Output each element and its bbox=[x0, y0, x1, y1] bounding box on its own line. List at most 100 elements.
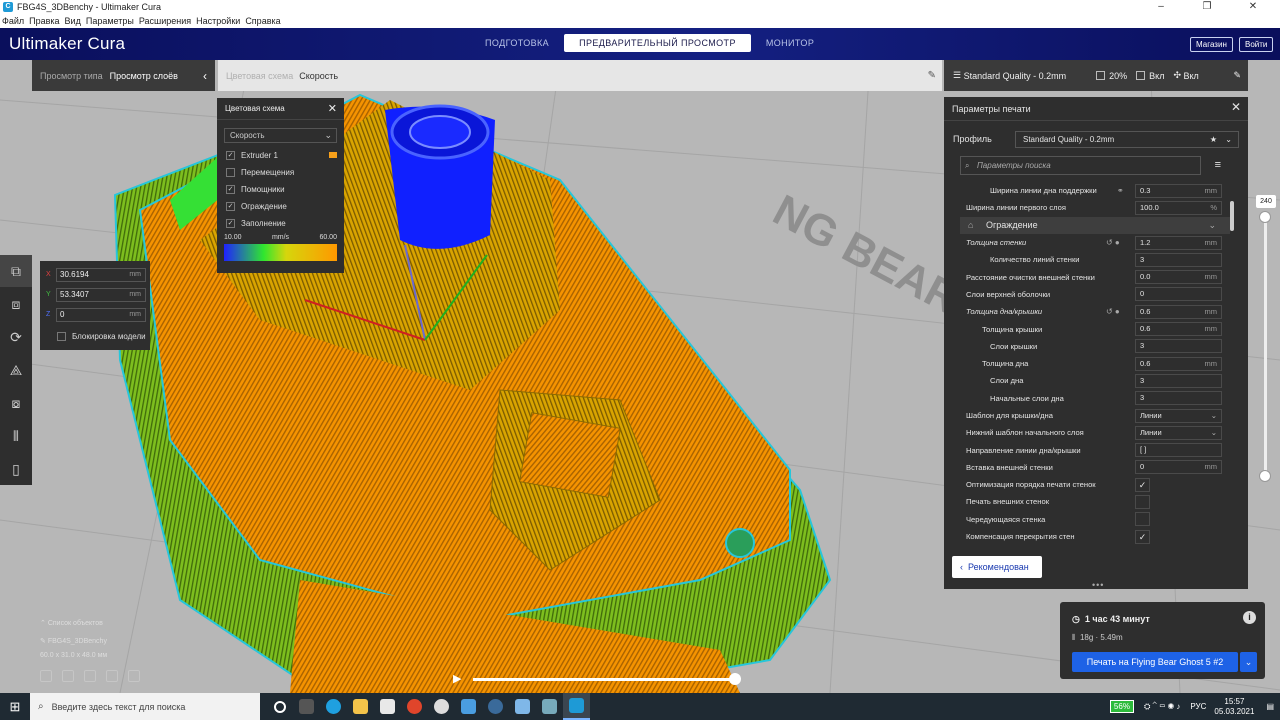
setting-input[interactable]: 0.6 mm bbox=[1135, 356, 1222, 371]
setting-input[interactable]: 100.0% bbox=[1135, 200, 1222, 215]
checkbox[interactable]: ✓ bbox=[226, 185, 235, 194]
menu-extensions[interactable]: Расширения bbox=[139, 16, 191, 26]
menu-settings[interactable]: Параметры bbox=[86, 16, 134, 26]
maximize-button[interactable]: ❐ bbox=[1184, 0, 1230, 14]
setting-input[interactable]: 0 bbox=[1135, 287, 1222, 302]
minimize-button[interactable]: – bbox=[1138, 0, 1184, 14]
legend-item-infill[interactable]: ✓ Заполнение bbox=[217, 215, 344, 232]
windows-start-icon[interactable]: ⊞ bbox=[0, 693, 30, 720]
checkbox[interactable]: ✓ bbox=[226, 219, 235, 228]
settings-search-input[interactable]: ⌕ Параметры поиска bbox=[960, 156, 1201, 175]
legend-item-extruder[interactable]: ✓ Extruder 1 bbox=[217, 147, 344, 164]
steam-icon[interactable] bbox=[482, 693, 509, 720]
layer-slider-track[interactable] bbox=[1264, 215, 1267, 477]
print-button[interactable]: Печать на Flying Bear Ghost 5 #2 bbox=[1072, 652, 1238, 672]
setting-dropdown[interactable]: Линии ⌄ bbox=[1135, 408, 1222, 423]
setting-input[interactable]: 0.6 mm bbox=[1135, 304, 1222, 319]
telegram-icon[interactable] bbox=[509, 693, 536, 720]
reset-icon[interactable]: ↺ ● bbox=[1106, 238, 1120, 247]
info-icon[interactable]: i bbox=[1243, 611, 1256, 624]
y-coordinate-input[interactable]: 53.3407 mm bbox=[56, 287, 146, 302]
mirror-tool-icon[interactable]: ⟁ bbox=[0, 354, 32, 386]
layer-slider-upper-handle[interactable] bbox=[1259, 211, 1271, 223]
layer-number[interactable]: 240 bbox=[1256, 195, 1276, 208]
legend-item-helpers[interactable]: ✓ Помощники bbox=[217, 181, 344, 198]
x-coordinate-input[interactable]: 30.6194 mm bbox=[56, 267, 146, 282]
path-slider-handle[interactable] bbox=[729, 673, 741, 685]
z-coordinate-input[interactable]: 0 mm bbox=[56, 307, 146, 322]
legend-item-shell[interactable]: ✓ Ограждение bbox=[217, 198, 344, 215]
recommended-button[interactable]: ‹ Рекомендован bbox=[952, 556, 1042, 578]
per-model-settings-icon[interactable]: ⧇ bbox=[0, 387, 32, 419]
view-right-icon[interactable] bbox=[128, 670, 140, 682]
print-options-chevron-icon[interactable]: ⌄ bbox=[1240, 652, 1257, 672]
view-left-icon[interactable] bbox=[106, 670, 118, 682]
profile-dropdown[interactable]: Standard Quality - 0.2mm ★ ⌄ bbox=[1015, 131, 1239, 148]
view-top-icon[interactable] bbox=[84, 670, 96, 682]
settings-category[interactable]: ⌂ Ограждение ⌄ bbox=[960, 216, 1230, 234]
print-setup-bar[interactable]: ☰ Standard Quality - 0.2mm 20% Вкл ✣ Вкл… bbox=[944, 60, 1248, 91]
color-scheme-dropdown[interactable]: Скорость ⌄ bbox=[224, 128, 337, 143]
lock-model-checkbox[interactable] bbox=[57, 332, 66, 341]
checkbox[interactable]: ✓ bbox=[226, 202, 235, 211]
language-indicator[interactable]: РУС bbox=[1190, 702, 1206, 711]
setting-input[interactable]: [ ] bbox=[1135, 443, 1222, 458]
file-explorer-icon[interactable] bbox=[293, 693, 320, 720]
app-circle-icon[interactable] bbox=[428, 693, 455, 720]
marketplace-button[interactable]: Магазин bbox=[1190, 37, 1233, 52]
task-view-icon[interactable] bbox=[266, 693, 293, 720]
chrome-icon[interactable] bbox=[401, 693, 428, 720]
play-icon[interactable]: ▶ bbox=[453, 672, 461, 685]
notifications-icon[interactable]: ▤ bbox=[1266, 702, 1274, 711]
settings-menu-icon[interactable]: ≡ bbox=[1215, 159, 1221, 171]
scale-tool-icon[interactable]: ⧈ bbox=[0, 288, 32, 320]
lock-model-option[interactable]: Блокировка модели bbox=[57, 332, 146, 341]
close-icon[interactable]: ✕ bbox=[328, 102, 337, 115]
legend-item-travel[interactable]: Перемещения bbox=[217, 164, 344, 181]
settings-scrollbar[interactable] bbox=[1230, 201, 1234, 231]
chevron-left-icon[interactable]: ‹ bbox=[203, 69, 207, 83]
store-icon[interactable] bbox=[374, 693, 401, 720]
pencil-icon[interactable]: ✎ bbox=[928, 70, 936, 81]
mail-icon[interactable] bbox=[455, 693, 482, 720]
checkbox[interactable] bbox=[226, 168, 235, 177]
layer-slider-lower-handle[interactable] bbox=[1259, 470, 1271, 482]
setting-dropdown[interactable]: Линии ⌄ bbox=[1135, 425, 1222, 440]
close-icon[interactable]: ✕ bbox=[1231, 100, 1241, 114]
menu-preferences[interactable]: Настройки bbox=[196, 16, 240, 26]
extruder-cylinder-icon[interactable]: ▯ bbox=[0, 453, 32, 485]
battery-indicator[interactable]: 56% bbox=[1109, 700, 1134, 713]
taskbar-search-input[interactable]: ⌕ Введите здесь текст для поиска bbox=[30, 693, 260, 720]
rotate-tool-icon[interactable]: ⟳ bbox=[0, 321, 32, 353]
close-window-button[interactable]: ✕ bbox=[1230, 0, 1276, 14]
tab-monitor[interactable]: МОНИТОР bbox=[751, 34, 829, 52]
checkbox[interactable]: ✓ bbox=[226, 151, 235, 160]
setting-input[interactable]: 3 bbox=[1135, 252, 1222, 267]
folder-icon[interactable] bbox=[347, 693, 374, 720]
setting-input[interactable]: 3 bbox=[1135, 339, 1222, 354]
setting-checkbox[interactable]: ✓ bbox=[1135, 529, 1150, 544]
view-3d-icon[interactable] bbox=[40, 670, 52, 682]
setting-checkbox[interactable] bbox=[1135, 512, 1150, 527]
settings-list[interactable]: Ширина линии дна поддержки ⚭ 0.3 mm Ширина л… bbox=[960, 182, 1230, 548]
cura-taskbar-icon[interactable] bbox=[563, 693, 590, 720]
reset-icon[interactable]: ↺ ● bbox=[1106, 307, 1120, 316]
menu-help[interactable]: Справка bbox=[245, 16, 280, 26]
setting-checkbox[interactable] bbox=[1135, 494, 1150, 509]
resize-handle[interactable]: ••• bbox=[1092, 580, 1104, 590]
view-type-value[interactable]: Просмотр слоёв bbox=[110, 71, 178, 81]
move-tool-icon[interactable]: ⧉ bbox=[0, 255, 32, 287]
setting-input[interactable]: 3 bbox=[1135, 391, 1222, 406]
support-blocker-icon[interactable]: ⫴ bbox=[0, 420, 32, 452]
setting-input[interactable]: 1.2 mm bbox=[1135, 235, 1222, 250]
view-front-icon[interactable] bbox=[62, 670, 74, 682]
setting-input[interactable]: 0.3 mm bbox=[1135, 183, 1222, 198]
tab-prepare[interactable]: ПОДГОТОВКА bbox=[470, 34, 564, 52]
setting-checkbox[interactable]: ✓ bbox=[1135, 477, 1150, 492]
tab-preview[interactable]: ПРЕДВАРИТЕЛЬНЫЙ ПРОСМОТР bbox=[564, 34, 751, 52]
edge-icon[interactable] bbox=[320, 693, 347, 720]
setting-input[interactable]: 0.0 mm bbox=[1135, 270, 1222, 285]
signin-button[interactable]: Войти bbox=[1239, 37, 1274, 52]
path-slider-track[interactable] bbox=[473, 678, 735, 681]
setting-input[interactable]: 3 bbox=[1135, 373, 1222, 388]
